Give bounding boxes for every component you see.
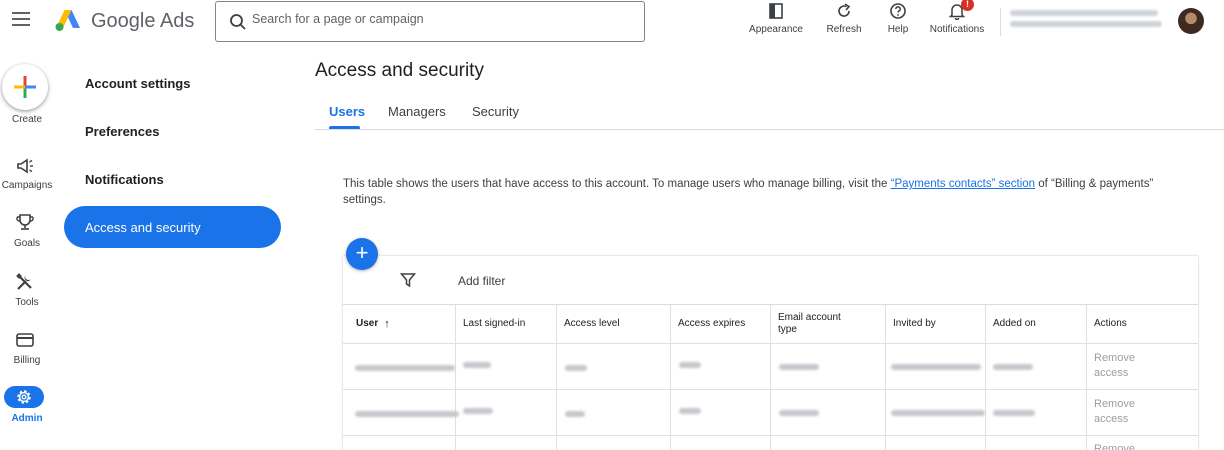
rail-label-create: Create — [11, 114, 42, 125]
table-row[interactable]: Remove access — [343, 344, 1198, 389]
tab-security[interactable]: Security — [472, 104, 519, 119]
redacted-invited-by — [891, 364, 981, 370]
product-name[interactable]: Google Ads — [91, 10, 194, 33]
account-info-redacted[interactable] — [1010, 10, 1165, 36]
nav-preferences[interactable]: Preferences — [64, 110, 281, 152]
google-ads-logo-icon — [55, 10, 80, 31]
rail-item-tools[interactable]: Tools — [0, 270, 54, 312]
redacted-invited-by — [891, 410, 985, 416]
appearance-button[interactable]: Appearance — [744, 0, 808, 44]
description-text: This table shows the users that have acc… — [343, 176, 1173, 208]
tools-icon — [16, 273, 32, 290]
help-icon — [890, 3, 906, 19]
description-before: This table shows the users that have acc… — [343, 178, 891, 190]
tabs-divider — [315, 129, 1224, 130]
notifications-button[interactable]: ! Notifications — [924, 0, 990, 44]
table-row[interactable]: Remove — [343, 436, 1198, 450]
redacted-email-type — [779, 410, 819, 416]
redacted-access-level — [565, 411, 585, 417]
create-button[interactable] — [2, 64, 48, 110]
rail-item-billing[interactable]: Billing — [0, 328, 54, 370]
add-user-button[interactable]: + — [346, 238, 378, 270]
column-header-access-level[interactable]: Access level — [556, 305, 670, 343]
notification-badge: ! — [961, 0, 974, 11]
help-button[interactable]: Help — [880, 0, 916, 44]
column-header-user[interactable]: User ↑ — [348, 305, 456, 343]
megaphone-icon — [17, 158, 33, 174]
filter-icon[interactable] — [400, 272, 416, 288]
credit-card-icon — [16, 333, 34, 347]
column-header-actions: Actions — [1094, 318, 1127, 329]
redacted-user-email — [355, 411, 459, 417]
appearance-icon — [769, 3, 783, 19]
sort-ascending-icon: ↑ — [384, 318, 390, 330]
column-header-invited-by[interactable]: Invited by — [885, 305, 985, 343]
toolbar-divider — [1000, 8, 1001, 36]
redacted-access-expires — [679, 408, 701, 414]
gear-icon — [17, 390, 31, 404]
appearance-label: Appearance — [749, 24, 803, 35]
main-menu-icon[interactable] — [12, 12, 30, 26]
payments-contacts-link[interactable]: “Payments contacts” section — [891, 178, 1035, 190]
redacted-last-signed-in — [463, 362, 491, 368]
nav-notifications[interactable]: Notifications — [64, 158, 281, 200]
refresh-icon — [838, 3, 851, 17]
remove-access-link[interactable]: Remove access — [1094, 351, 1164, 381]
nav-access-and-security[interactable]: Access and security — [64, 206, 281, 248]
search-input[interactable] — [252, 12, 632, 26]
refresh-button[interactable]: Refresh — [818, 0, 870, 44]
tab-managers[interactable]: Managers — [388, 104, 446, 119]
remove-access-link-partial[interactable]: Remove — [1094, 442, 1135, 450]
add-filter-button[interactable]: Add filter — [458, 274, 505, 288]
redacted-access-level — [565, 365, 587, 371]
redacted-access-expires — [679, 362, 701, 368]
top-bar: Google Ads Appearance Refresh Help — [0, 0, 1224, 44]
help-label: Help — [887, 24, 909, 35]
rail-label-tools: Tools — [15, 297, 39, 308]
rail-label-billing: Billing — [13, 355, 41, 366]
redacted-email-type — [779, 364, 819, 370]
remove-access-link[interactable]: Remove access — [1094, 397, 1164, 427]
rail-item-campaigns[interactable]: Campaigns — [0, 152, 54, 194]
rail-label-goals: Goals — [13, 238, 41, 249]
redacted-last-signed-in — [463, 408, 493, 414]
column-header-access-expires[interactable]: Access expires — [670, 305, 770, 343]
trophy-icon — [16, 214, 34, 230]
search-box[interactable] — [215, 1, 645, 42]
redacted-user-email — [355, 365, 455, 371]
rail-item-goals[interactable]: Goals — [0, 210, 54, 252]
rail-label-admin: Admin — [11, 413, 43, 424]
table-row[interactable]: Remove access — [343, 390, 1198, 435]
notifications-label: Notifications — [929, 24, 985, 35]
column-header-added-on[interactable]: Added on — [985, 305, 1085, 343]
page-title: Access and security — [315, 60, 484, 81]
plus-icon — [14, 76, 36, 98]
avatar[interactable] — [1178, 8, 1204, 34]
rail-item-admin[interactable] — [4, 386, 44, 408]
nav-account-settings[interactable]: Account settings — [64, 62, 281, 104]
search-icon — [230, 14, 246, 30]
refresh-label: Refresh — [826, 24, 862, 35]
redacted-added-on — [993, 410, 1035, 416]
column-header-email-account-type[interactable]: Email account type — [770, 305, 850, 343]
rail-label-campaigns: Campaigns — [1, 180, 53, 191]
column-header-user-label: User — [356, 318, 379, 329]
column-header-last-signed-in[interactable]: Last signed-in — [455, 305, 556, 343]
tab-users[interactable]: Users — [329, 104, 365, 119]
redacted-added-on — [993, 364, 1033, 370]
